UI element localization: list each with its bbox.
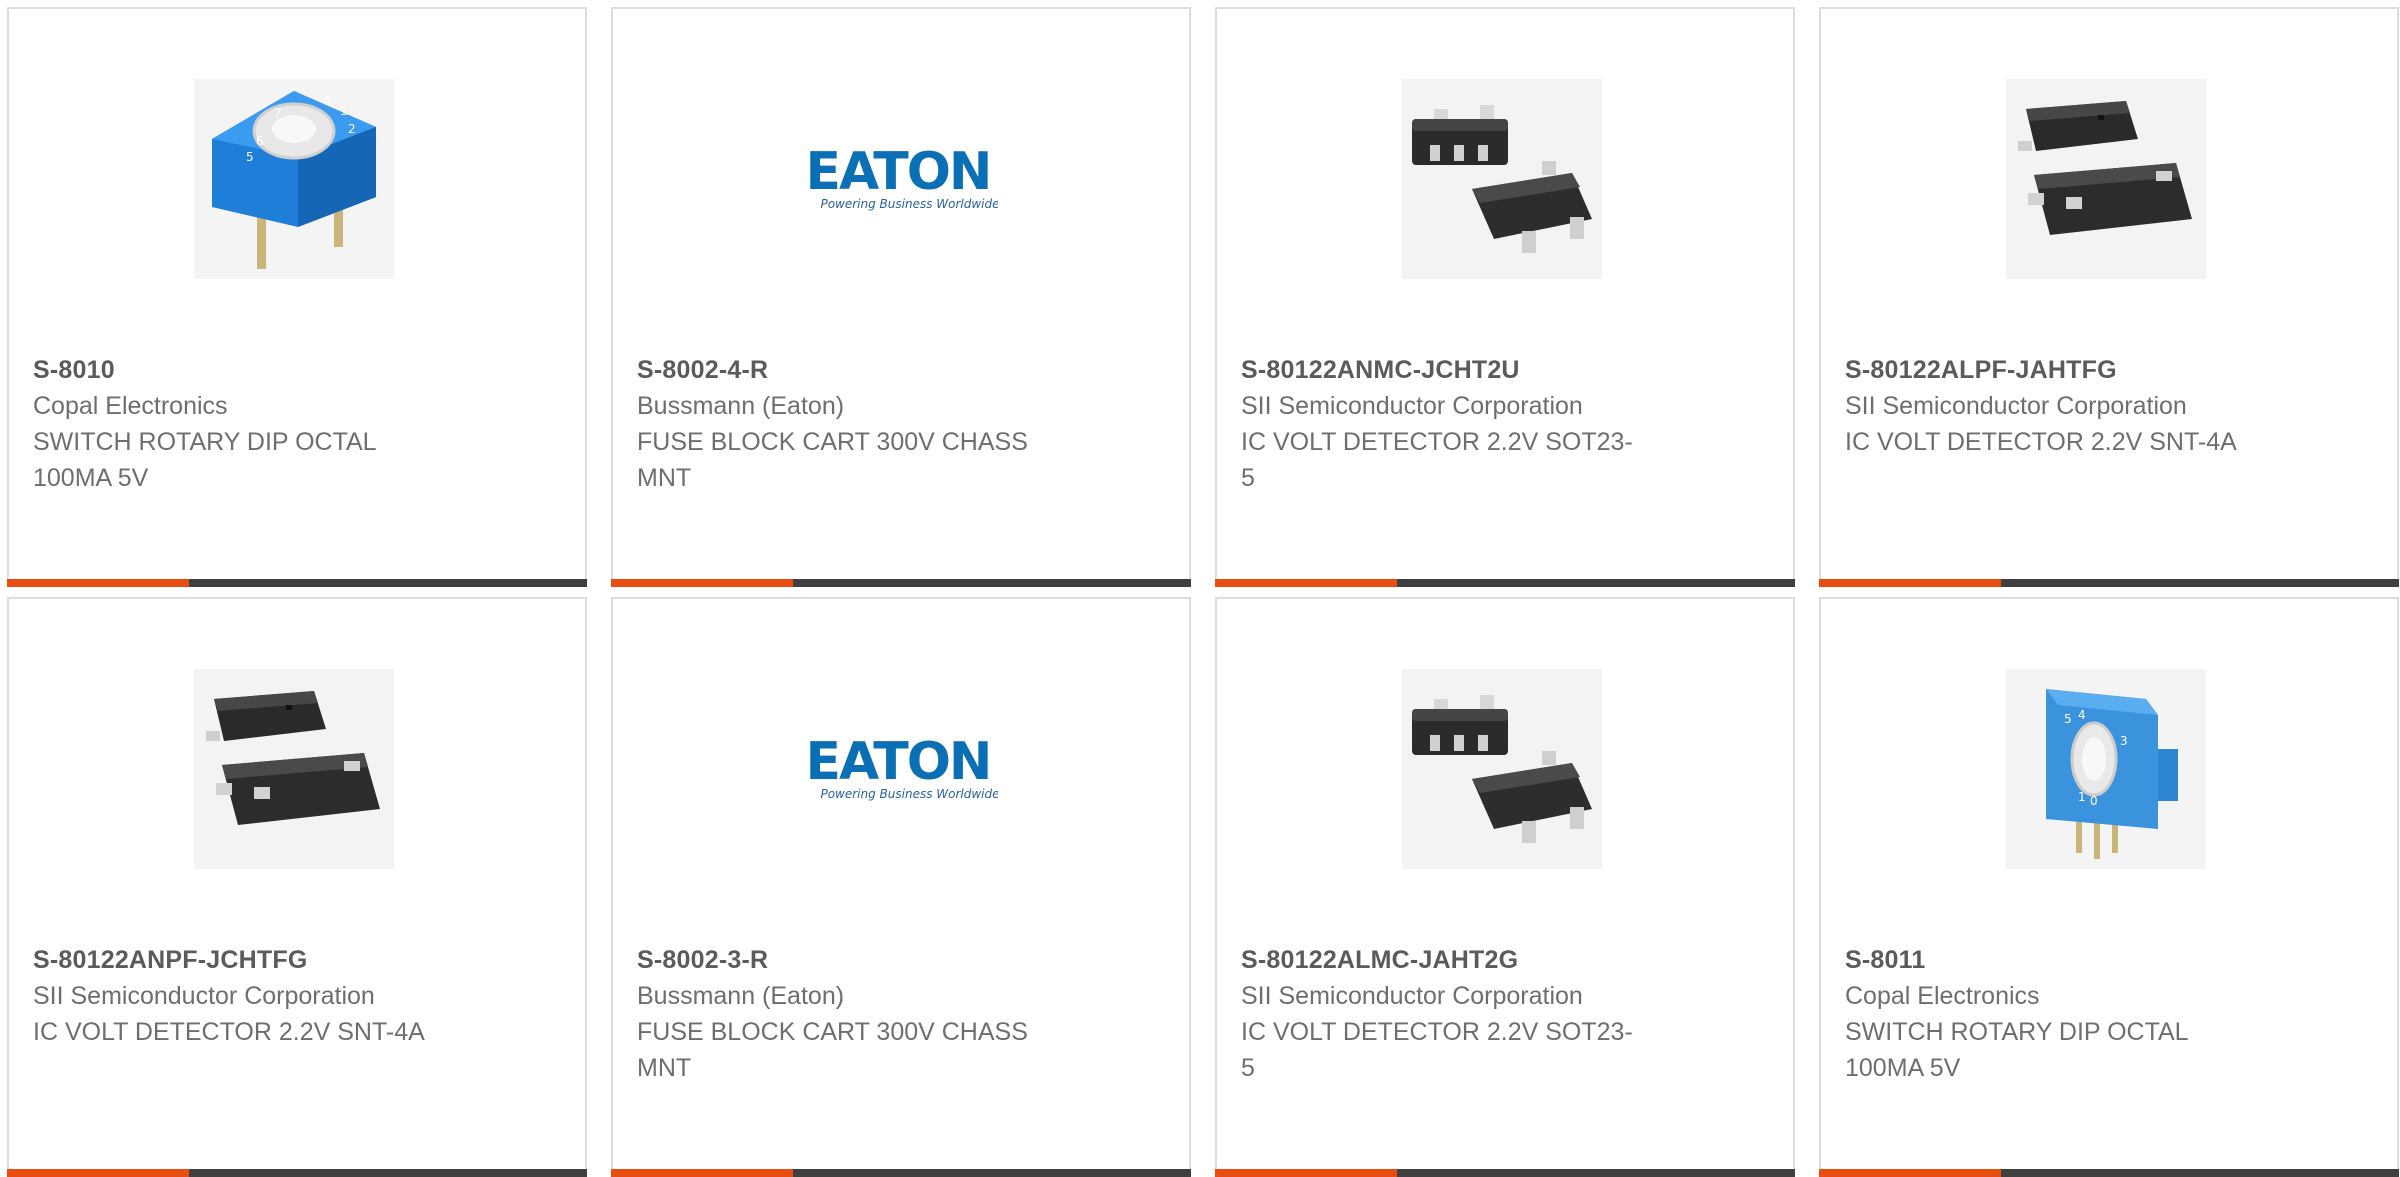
card-bottom-bar <box>7 579 587 587</box>
product-card[interactable]: EATON Powering Business Worldwide S-8002… <box>611 597 1191 1177</box>
dial-digit: 6 <box>256 134 264 148</box>
card-accent-bar <box>611 579 793 587</box>
part-number[interactable]: S-80122ALMC-JAHT2G <box>1241 942 1681 978</box>
product-image[interactable]: 5 6 7 0 1 2 <box>194 79 394 279</box>
part-number[interactable]: S-8002-4-R <box>637 352 1077 388</box>
description: IC VOLT DETECTOR 2.2V SOT23-5 <box>1241 428 1633 492</box>
dial-digit: 0 <box>324 94 332 108</box>
product-image[interactable] <box>194 669 394 869</box>
dial-digit: 1 <box>340 104 348 118</box>
product-image[interactable] <box>2006 79 2206 279</box>
description: FUSE BLOCK CART 300V CHASS MNT <box>637 428 1028 492</box>
product-card[interactable]: 5 6 7 0 1 2 S-8010 Copal Electronics SWI… <box>7 7 587 587</box>
dial-digit: 1 <box>2078 790 2086 804</box>
card-bottom-bar <box>1215 1169 1795 1177</box>
card-accent-bar <box>1215 579 1397 587</box>
part-number[interactable]: S-80122ANPF-JCHTFG <box>33 942 473 978</box>
card-accent-bar <box>611 1169 793 1177</box>
part-number[interactable]: S-8010 <box>33 352 473 388</box>
product-card[interactable]: S-80122ANPF-JCHTFG SII Semiconductor Cor… <box>7 597 587 1177</box>
eaton-logo-wordmark: EATON <box>806 732 991 792</box>
product-card[interactable]: S-80122ANMC-JCHT2U SII Semiconductor Cor… <box>1215 7 1795 587</box>
snt-4a-package-icon <box>2006 79 2206 279</box>
product-card[interactable]: EATON Powering Business Worldwide S-8002… <box>611 7 1191 587</box>
card-bottom-bar <box>1819 1169 2399 1177</box>
dial-digit: 3 <box>2120 734 2128 748</box>
product-image[interactable]: EATON Powering Business Worldwide <box>798 669 998 869</box>
card-bottom-bar <box>611 1169 1191 1177</box>
description: FUSE BLOCK CART 300V CHASS MNT <box>637 1018 1028 1082</box>
description: SWITCH ROTARY DIP OCTAL 100MA 5V <box>33 428 376 492</box>
manufacturer: Bussmann (Eaton) <box>637 392 845 420</box>
description: IC VOLT DETECTOR 2.2V SNT-4A <box>1845 428 2237 456</box>
sot23-5-package-icon <box>1402 79 1602 279</box>
manufacturer: Copal Electronics <box>1845 982 2040 1010</box>
snt-4a-package-icon <box>194 669 394 869</box>
card-bottom-bar <box>611 579 1191 587</box>
rotary-dip-switch-side-icon: 5 4 3 0 1 <box>2006 669 2206 869</box>
dial-digit: 2 <box>348 122 356 136</box>
dial-digit: 4 <box>2078 708 2086 722</box>
description: SWITCH ROTARY DIP OCTAL 100MA 5V <box>1845 1018 2188 1082</box>
rotary-dip-switch-top-icon: 5 6 7 0 1 2 <box>194 79 394 279</box>
dial-digit: 7 <box>274 106 282 120</box>
part-number[interactable]: S-8002-3-R <box>637 942 1077 978</box>
manufacturer: Bussmann (Eaton) <box>637 982 845 1010</box>
manufacturer: SII Semiconductor Corporation <box>1241 392 1583 420</box>
description: IC VOLT DETECTOR 2.2V SOT23-5 <box>1241 1018 1633 1082</box>
card-accent-bar <box>7 579 189 587</box>
product-grid: 5 6 7 0 1 2 S-8010 Copal Electronics SWI… <box>0 0 2400 1177</box>
eaton-logo-icon: EATON Powering Business Worldwide <box>798 79 998 279</box>
eaton-logo-tagline: Powering Business Worldwide <box>820 787 998 801</box>
description: IC VOLT DETECTOR 2.2V SNT-4A <box>33 1018 425 1046</box>
card-bottom-bar <box>1819 579 2399 587</box>
product-card[interactable]: S-80122ALMC-JAHT2G SII Semiconductor Cor… <box>1215 597 1795 1177</box>
manufacturer: Copal Electronics <box>33 392 228 420</box>
eaton-logo-wordmark: EATON <box>806 142 991 202</box>
part-number[interactable]: S-8011 <box>1845 942 2285 978</box>
product-image[interactable] <box>1402 79 1602 279</box>
card-bottom-bar <box>7 1169 587 1177</box>
manufacturer: SII Semiconductor Corporation <box>1241 982 1583 1010</box>
card-accent-bar <box>1819 579 2001 587</box>
product-card[interactable]: 5 4 3 0 1 S-8011 Copal Electronics SWITC… <box>1819 597 2399 1177</box>
card-accent-bar <box>7 1169 189 1177</box>
dial-digit: 0 <box>2090 794 2098 808</box>
eaton-logo-icon: EATON Powering Business Worldwide <box>798 669 998 869</box>
product-image[interactable] <box>1402 669 1602 869</box>
card-accent-bar <box>1215 1169 1397 1177</box>
product-card[interactable]: S-80122ALPF-JAHTFG SII Semiconductor Cor… <box>1819 7 2399 587</box>
card-bottom-bar <box>1215 579 1795 587</box>
product-image[interactable]: 5 4 3 0 1 <box>2006 669 2206 869</box>
part-number[interactable]: S-80122ANMC-JCHT2U <box>1241 352 1681 388</box>
eaton-logo-tagline: Powering Business Worldwide <box>820 197 998 211</box>
sot23-5-package-icon <box>1402 669 1602 869</box>
card-accent-bar <box>1819 1169 2001 1177</box>
dial-digit: 5 <box>246 150 254 164</box>
dial-digit: 5 <box>2064 712 2072 726</box>
manufacturer: SII Semiconductor Corporation <box>1845 392 2187 420</box>
product-image[interactable]: EATON Powering Business Worldwide <box>798 79 998 279</box>
manufacturer: SII Semiconductor Corporation <box>33 982 375 1010</box>
part-number[interactable]: S-80122ALPF-JAHTFG <box>1845 352 2285 388</box>
